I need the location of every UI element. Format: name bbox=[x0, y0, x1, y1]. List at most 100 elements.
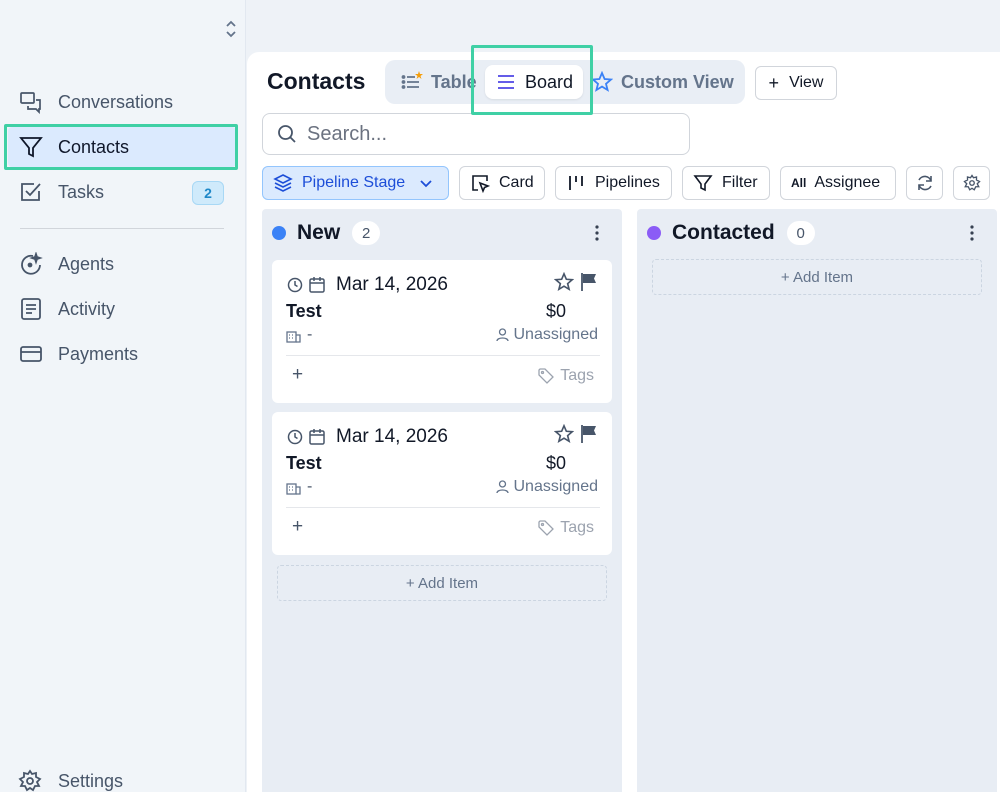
board-settings-button[interactable] bbox=[953, 166, 990, 200]
card-name: Test bbox=[286, 301, 322, 321]
refresh-button[interactable] bbox=[906, 166, 943, 200]
card-tags[interactable]: Tags bbox=[538, 367, 594, 385]
card-date-row: Mar 14, 2026 bbox=[286, 426, 448, 448]
search-icon bbox=[277, 124, 297, 144]
menu-lines-icon bbox=[495, 71, 517, 93]
deal-card[interactable]: Mar 14, 2026 Test $0 - Unassigned + Tags bbox=[272, 412, 612, 555]
sidebar-item-payments[interactable]: Payments bbox=[8, 334, 236, 374]
card-company: - bbox=[286, 478, 312, 496]
card-company-value: - bbox=[307, 326, 313, 343]
sidebar-divider bbox=[20, 228, 224, 229]
card-button[interactable]: Card bbox=[459, 166, 545, 200]
gear-icon bbox=[18, 769, 42, 792]
card-assignee[interactable]: Unassigned bbox=[495, 478, 599, 496]
assignee-filter-button[interactable]: All Assignee bbox=[780, 166, 896, 200]
card-add-button[interactable]: + bbox=[292, 364, 303, 386]
filter-label: Filter bbox=[722, 174, 758, 191]
search-field[interactable] bbox=[262, 113, 690, 155]
stage-color-dot bbox=[647, 226, 661, 240]
sidebar-item-tasks[interactable]: Tasks 2 bbox=[8, 172, 236, 212]
flag-icon[interactable] bbox=[580, 272, 598, 297]
sidebar-item-conversations[interactable]: Conversations bbox=[8, 82, 236, 122]
sidebar-item-label: Activity bbox=[58, 298, 116, 319]
checkbox-icon bbox=[18, 179, 44, 205]
card-add-button[interactable]: + bbox=[292, 516, 303, 538]
card-divider bbox=[286, 507, 600, 508]
tab-label: Table bbox=[431, 71, 477, 92]
card-company: - bbox=[286, 326, 312, 344]
sidebar-item-label: Payments bbox=[58, 343, 139, 364]
building-icon bbox=[286, 328, 301, 343]
funnel-icon bbox=[18, 134, 44, 160]
clock-icon bbox=[286, 275, 304, 295]
sidebar-item-agents[interactable]: Agents bbox=[8, 244, 236, 284]
user-icon bbox=[495, 480, 509, 494]
card-tags-label: Tags bbox=[560, 519, 594, 536]
document-list-icon bbox=[18, 296, 44, 322]
chat-bubbles-icon bbox=[18, 89, 44, 115]
star-icon[interactable] bbox=[553, 271, 575, 297]
card-assignee[interactable]: Unassigned bbox=[495, 326, 599, 344]
card-amount: $0 bbox=[545, 301, 566, 321]
sidebar-item-settings[interactable]: Settings bbox=[18, 769, 123, 792]
main-panel: Contacts Table Board Custom View + View bbox=[247, 52, 1000, 792]
tasks-count-badge: 2 bbox=[192, 181, 224, 205]
sidebar-item-contacts[interactable]: Contacts bbox=[8, 127, 236, 167]
more-vertical-icon[interactable] bbox=[591, 223, 603, 243]
tab-label: Board bbox=[525, 71, 574, 92]
card-assignee-value: Unassigned bbox=[513, 326, 599, 343]
column-count: 0 bbox=[786, 221, 815, 245]
building-icon bbox=[286, 480, 301, 495]
chevron-up-down-icon[interactable] bbox=[222, 18, 240, 40]
pipelines-label: Pipelines bbox=[595, 174, 660, 191]
sidebar-item-label: Settings bbox=[58, 770, 124, 791]
plus-icon: + bbox=[768, 72, 780, 93]
sidebar-item-label: Contacts bbox=[58, 136, 130, 157]
card-date-row: Mar 14, 2026 bbox=[286, 274, 448, 296]
tag-icon bbox=[538, 520, 555, 536]
gear-icon bbox=[962, 173, 982, 193]
star-icon bbox=[591, 71, 613, 93]
search-input[interactable] bbox=[307, 122, 667, 146]
sidebar-item-label: Tasks bbox=[58, 181, 105, 202]
column-title: New bbox=[297, 221, 341, 244]
add-view-label: View bbox=[789, 74, 824, 91]
filter-icon bbox=[693, 173, 713, 193]
deal-card[interactable]: Mar 14, 2026 Test $0 - Unassigned + Tags bbox=[272, 260, 612, 403]
tab-board[interactable]: Board bbox=[485, 65, 584, 99]
assignee-label: Assignee bbox=[814, 174, 881, 191]
add-item-button[interactable]: + Add Item bbox=[277, 565, 607, 601]
sidebar-item-label: Agents bbox=[58, 253, 115, 274]
pipeline-stage-label: Pipeline Stage bbox=[302, 174, 406, 191]
sidebar-item-activity[interactable]: Activity bbox=[8, 289, 236, 329]
pipeline-stage-dropdown[interactable]: Pipeline Stage bbox=[262, 166, 449, 200]
card-assignee-value: Unassigned bbox=[513, 478, 599, 495]
assignee-prefix: All bbox=[791, 176, 807, 190]
calendar-icon bbox=[308, 427, 326, 447]
pipeline-bars-icon bbox=[566, 173, 586, 193]
filter-button[interactable]: Filter bbox=[682, 166, 770, 200]
pipelines-button[interactable]: Pipelines bbox=[555, 166, 672, 200]
layers-icon bbox=[273, 173, 293, 193]
agents-sparkle-icon bbox=[18, 251, 44, 277]
flag-icon[interactable] bbox=[580, 424, 598, 449]
add-item-button[interactable]: + Add Item bbox=[652, 259, 982, 295]
card-cursor-icon bbox=[470, 173, 490, 193]
card-tags-label: Tags bbox=[560, 367, 594, 384]
tab-custom-view[interactable]: Custom View bbox=[581, 65, 744, 99]
tag-icon bbox=[538, 368, 555, 384]
refresh-icon bbox=[915, 173, 935, 193]
calendar-icon bbox=[308, 275, 326, 295]
card-date: Mar 14, 2026 bbox=[336, 274, 448, 295]
tab-table[interactable]: Table bbox=[391, 65, 487, 99]
page-title: Contacts bbox=[267, 68, 366, 94]
card-amount: $0 bbox=[545, 453, 566, 473]
list-star-icon bbox=[401, 71, 423, 93]
card-tags[interactable]: Tags bbox=[538, 519, 594, 537]
more-vertical-icon[interactable] bbox=[966, 223, 978, 243]
board-column-contacted: Contacted 0 + Add Item bbox=[637, 209, 997, 792]
add-view-button[interactable]: + View bbox=[755, 66, 837, 100]
column-title: Contacted bbox=[672, 221, 775, 244]
star-icon[interactable] bbox=[553, 423, 575, 449]
sidebar-item-label: Conversations bbox=[58, 91, 174, 112]
